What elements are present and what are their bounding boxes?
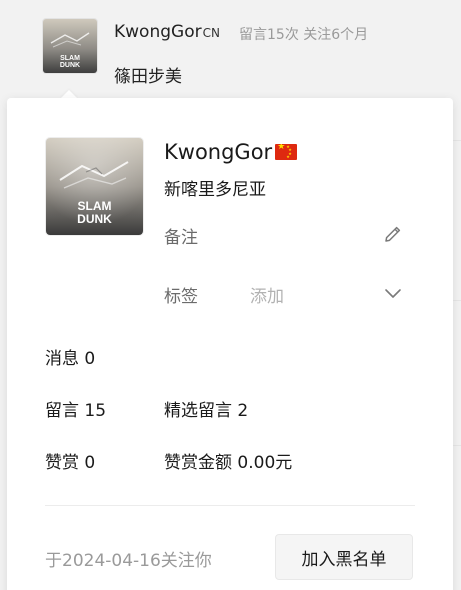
profile-avatar-image: SLAM DUNK — [46, 138, 143, 235]
list-item-nickname: KwongGorCN — [114, 22, 220, 42]
avatar-image: SLAM DUNK — [43, 19, 97, 73]
profile-region: 新喀里多尼亚 — [164, 180, 266, 200]
svg-text:DUNK: DUNK — [77, 212, 112, 226]
region-code: CN — [202, 26, 220, 40]
remark-label: 备注 — [164, 228, 198, 248]
featured-comments-count: 精选留言 2 — [164, 401, 249, 421]
svg-text:DUNK: DUNK — [60, 62, 80, 69]
app-root: SLAM DUNK KwongGorCN 留言15次 关注6个月 篠田步美 SL… — [0, 0, 461, 590]
svg-text:SLAM: SLAM — [78, 199, 112, 213]
china-flag-icon: ★ ★ ★ ★ ★ — [275, 144, 298, 160]
divider — [453, 445, 461, 446]
avatar[interactable]: SLAM DUNK — [43, 19, 97, 73]
divider — [453, 140, 461, 141]
reward-amount: 赞赏金额 0.00元 — [164, 453, 293, 473]
nickname-text: KwongGor — [164, 140, 273, 164]
list-item-meta: 留言15次 关注6个月 — [239, 27, 369, 43]
profile-nickname: KwongGor ★ ★ ★ ★ ★ — [164, 140, 298, 164]
tag-label: 标签 — [164, 287, 198, 307]
chevron-down-icon[interactable] — [383, 286, 403, 300]
follow-date: 于2024-04-16关注你 — [45, 551, 212, 571]
profile-avatar: SLAM DUNK — [46, 138, 143, 235]
tag-add-select[interactable]: 添加 — [250, 282, 284, 307]
svg-text:SLAM: SLAM — [60, 55, 80, 62]
rewards-count: 赞赏 0 — [45, 453, 96, 473]
messages-count: 消息 0 — [45, 349, 96, 369]
divider — [45, 505, 415, 506]
pencil-icon[interactable] — [383, 224, 403, 244]
user-profile-popover: SLAM DUNK KwongGor ★ ★ ★ ★ ★ 新喀里多尼亚 备注 标… — [7, 98, 453, 590]
divider — [453, 300, 461, 301]
add-to-blacklist-button[interactable]: 加入黑名单 — [275, 534, 413, 580]
comments-count: 留言 15 — [45, 401, 107, 421]
list-item-remark: 篠田步美 — [114, 67, 182, 87]
